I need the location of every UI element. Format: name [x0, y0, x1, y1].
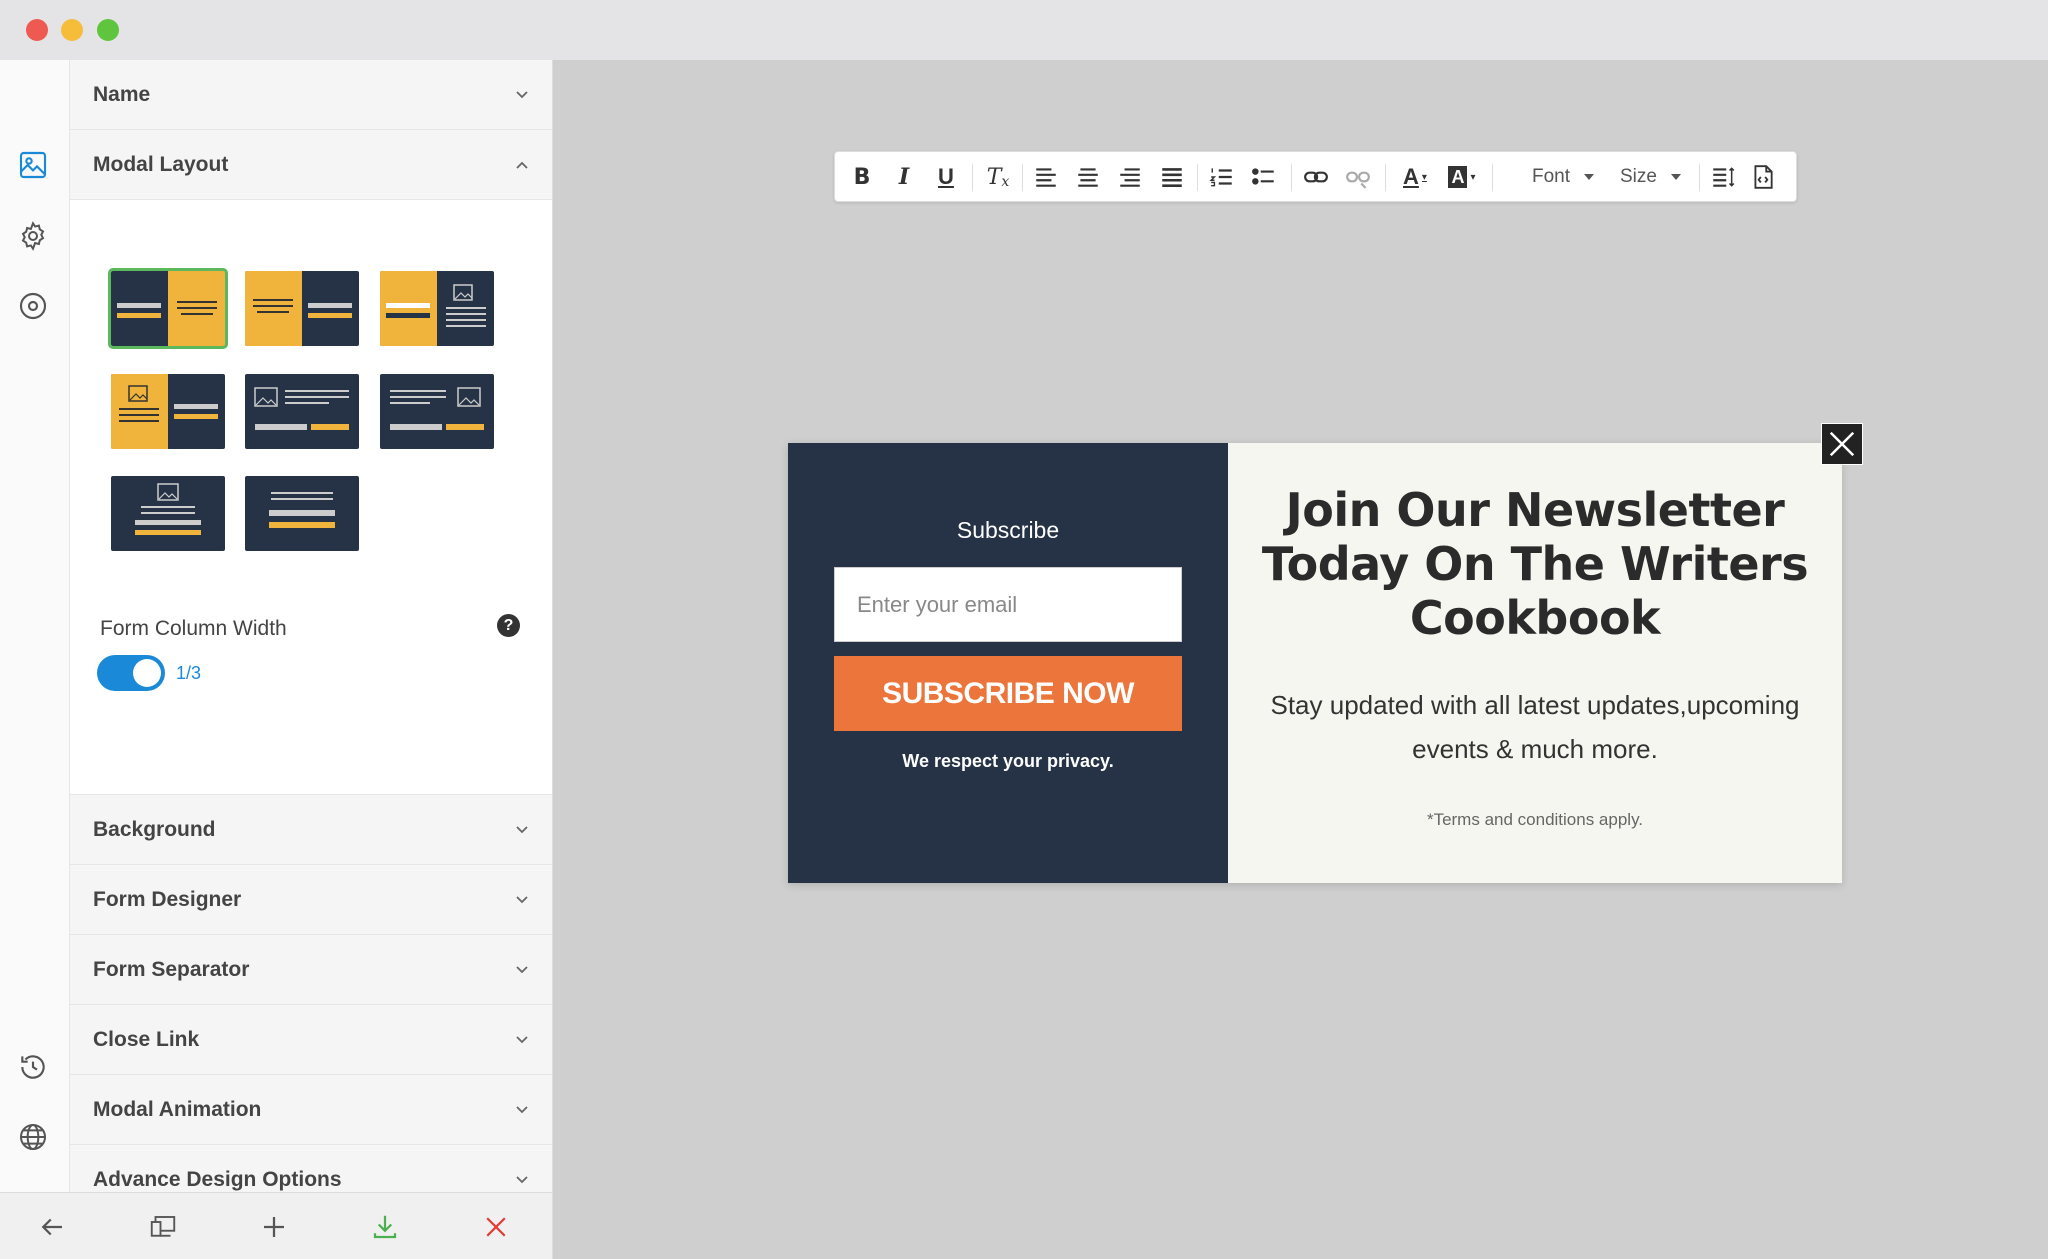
font-dropdown-label: Font	[1532, 166, 1571, 187]
layout-option-4[interactable]	[111, 374, 225, 449]
chevron-down-icon	[516, 1036, 528, 1044]
font-dropdown[interactable]: Font	[1532, 162, 1595, 192]
terms-note: *Terms and conditions apply.	[1426, 810, 1644, 829]
window-titlebar	[0, 0, 2048, 60]
globe-icon[interactable]	[16, 1120, 50, 1154]
form-column-width-label: Form Column Width	[100, 617, 287, 640]
size-dropdown[interactable]: Size	[1620, 162, 1681, 192]
align-justify-icon[interactable]	[1158, 162, 1186, 192]
toolbar-separator	[1197, 164, 1198, 191]
text-color-icon[interactable]: A ▾	[1396, 162, 1434, 192]
section-form-designer-label: Form Designer	[93, 887, 242, 911]
section-form-designer[interactable]: Form Designer	[70, 865, 552, 935]
form-column-width-value: 1/3	[176, 663, 202, 683]
line-height-icon[interactable]	[1709, 162, 1737, 192]
form-column-width-toggle[interactable]	[97, 655, 165, 691]
toolbar-separator	[1022, 164, 1023, 191]
toolbar-separator	[1492, 164, 1493, 191]
section-form-separator[interactable]: Form Separator	[70, 935, 552, 1005]
layout-option-6[interactable]	[380, 374, 494, 449]
minimize-window-button[interactable]	[61, 19, 83, 41]
align-right-icon[interactable]	[1116, 162, 1144, 192]
chevron-down-icon	[516, 826, 528, 834]
bullet-list-icon[interactable]	[1250, 162, 1278, 192]
layout-option-1[interactable]	[108, 268, 228, 349]
chevron-down-icon	[516, 966, 528, 974]
unlink-icon[interactable]	[1344, 162, 1372, 192]
toolbar-separator	[972, 164, 973, 191]
section-name-label: Name	[93, 82, 151, 106]
chevron-down-icon	[516, 1176, 528, 1184]
toolbar-separator	[1385, 164, 1386, 191]
history-icon[interactable]	[16, 1050, 50, 1084]
privacy-note: We respect your privacy.	[902, 751, 1114, 771]
rich-text-toolbar: B I U Tx A ▾ A ▾ Font Size	[834, 151, 1797, 202]
section-modal-animation[interactable]: Modal Animation	[70, 1075, 552, 1145]
close-icon	[1829, 431, 1855, 457]
chevron-down-icon	[516, 91, 528, 99]
underline-icon[interactable]: U	[933, 162, 959, 192]
toolbar-separator	[1291, 164, 1292, 191]
modal-content-column: Join Our Newsletter Today On The Writers…	[1228, 443, 1842, 883]
help-icon[interactable]: ?	[497, 614, 520, 637]
chevron-down-icon	[516, 1106, 528, 1114]
chevron-up-icon	[516, 161, 528, 169]
close-window-button[interactable]	[26, 19, 48, 41]
toggle-knob	[133, 659, 161, 687]
section-modal-layout[interactable]: Modal Layout	[70, 130, 552, 200]
plus-icon[interactable]	[257, 1210, 291, 1244]
newsletter-headline: Join Our Newsletter Today On The Writers…	[1261, 483, 1809, 645]
section-form-separator-label: Form Separator	[93, 957, 250, 981]
bold-icon[interactable]: B	[849, 162, 875, 192]
subscribe-now-button[interactable]: SUBSCRIBE NOW	[834, 656, 1182, 731]
background-color-icon[interactable]: A ▾	[1443, 162, 1481, 192]
section-advance-design-options[interactable]: Advance Design Options	[70, 1145, 552, 1192]
modal-layout-body: Form Column Width ? 1/3	[70, 200, 552, 795]
email-input[interactable]	[834, 567, 1182, 642]
section-modal-layout-label: Modal Layout	[93, 152, 229, 176]
layout-option-2[interactable]	[245, 271, 359, 346]
section-close-link[interactable]: Close Link	[70, 1005, 552, 1075]
settings-panel: Name Modal Layout Form Column Width ? 1/…	[70, 60, 553, 1192]
section-background-label: Background	[93, 817, 216, 841]
align-left-icon[interactable]	[1032, 162, 1060, 192]
image-icon[interactable]	[16, 148, 50, 182]
layout-option-3[interactable]	[380, 271, 494, 346]
source-code-icon[interactable]	[1749, 162, 1777, 192]
section-advance-design-label: Advance Design Options	[93, 1167, 342, 1191]
section-modal-animation-label: Modal Animation	[93, 1097, 262, 1121]
layout-option-7[interactable]	[111, 476, 225, 551]
back-arrow-icon[interactable]	[35, 1210, 69, 1244]
target-icon[interactable]	[16, 289, 50, 323]
maximize-window-button[interactable]	[97, 19, 119, 41]
icon-rail	[0, 60, 70, 1192]
layout-option-5[interactable]	[245, 374, 359, 449]
clear-format-icon[interactable]: Tx	[983, 162, 1013, 192]
devices-icon[interactable]	[146, 1210, 180, 1244]
italic-icon[interactable]: I	[891, 162, 917, 192]
size-dropdown-label: Size	[1620, 166, 1657, 187]
align-center-icon[interactable]	[1074, 162, 1102, 192]
section-background[interactable]: Background	[70, 795, 552, 865]
newsletter-description: Stay updated with all latest updates,upc…	[1270, 690, 1800, 764]
ordered-list-icon[interactable]	[1208, 162, 1236, 192]
close-icon[interactable]	[479, 1210, 513, 1244]
toolbar-separator	[1699, 164, 1700, 191]
download-icon[interactable]	[368, 1210, 402, 1244]
section-close-link-label: Close Link	[93, 1027, 200, 1051]
chevron-down-icon	[516, 896, 528, 904]
subscribe-heading: Subscribe	[956, 517, 1060, 543]
link-icon[interactable]	[1302, 162, 1330, 192]
gear-icon[interactable]	[16, 219, 50, 253]
layout-option-8[interactable]	[245, 476, 359, 551]
modal-close-button[interactable]	[1821, 423, 1863, 465]
section-name[interactable]: Name	[70, 60, 552, 130]
modal-preview: Subscribe SUBSCRIBE NOW We respect your …	[788, 443, 1842, 883]
modal-form-column: Subscribe SUBSCRIBE NOW We respect your …	[788, 443, 1228, 883]
bottom-action-bar	[0, 1192, 553, 1259]
